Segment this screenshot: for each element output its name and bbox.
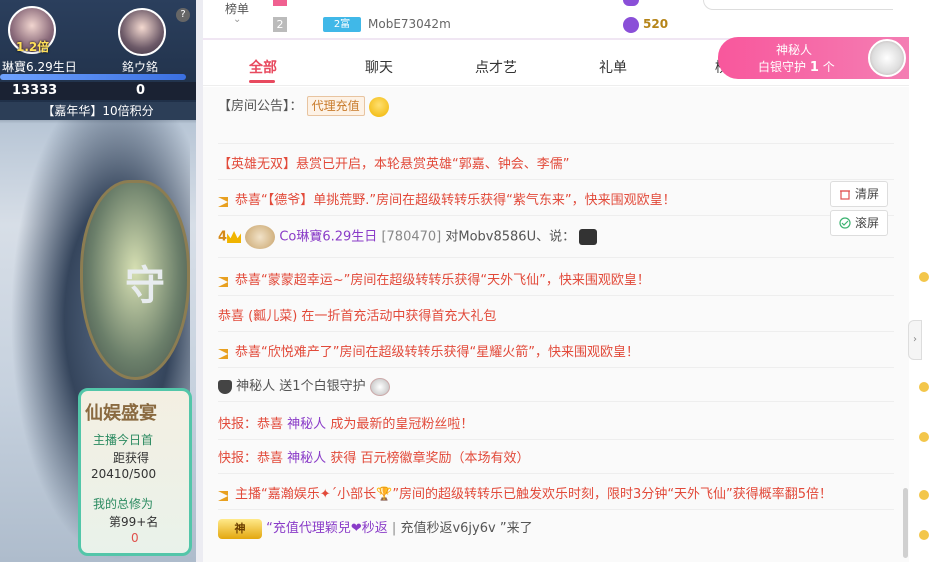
chevron-down-icon[interactable]: ⌄: [233, 14, 241, 25]
right-score: 0: [136, 83, 146, 98]
divider: [218, 257, 894, 258]
right-strip: [909, 0, 929, 562]
guard-user: 神秘人: [776, 43, 813, 57]
rank-value: 520: [643, 17, 669, 31]
shield-char: 守: [125, 263, 165, 309]
event-card-line4: 我的总修为: [93, 497, 154, 511]
mystery-user-icon: [218, 379, 232, 394]
left-host-name: 琳寶6.29生日: [2, 60, 77, 74]
right-host-avatar[interactable]: [118, 8, 166, 56]
chat-message: 恭喜“欣悦难产了”房间在超级转转乐获得“星耀火箭”，快来围观欧皇！: [218, 341, 639, 360]
divider: [218, 179, 894, 180]
tab-chat[interactable]: 聊天: [365, 57, 393, 77]
right-host-name: 銘ウ銘: [122, 60, 159, 74]
event-card-title: 仙娱盛宴: [85, 403, 157, 424]
divider: [218, 331, 894, 332]
stream-panel: 1.2倍 ? 琳寶6.29生日 銘ウ銘 13333 0 【嘉年华】10倍积分 守…: [0, 0, 196, 562]
pk-progress-bar: [0, 74, 186, 80]
pk-multiplier: 1.2倍: [16, 40, 50, 54]
shield-icon: 守: [80, 180, 190, 380]
chat-username[interactable]: Co琳寶6.29生日: [279, 230, 377, 245]
guard-banner[interactable]: 神秘人 白银守护 1 个: [718, 37, 914, 79]
coin-icon: [919, 530, 929, 540]
tab-active-indicator: [249, 80, 275, 83]
rank-prev-badge: [273, 0, 287, 6]
coin-icon: [919, 432, 929, 442]
coin-icon: [919, 272, 929, 282]
clear-screen-button[interactable]: 清屏: [830, 181, 888, 207]
news-message: 快报：恭喜 神秘人 成为最新的皇冠粉丝啦！: [218, 417, 474, 432]
gift-message: 神秘人 送1个白银守护: [218, 375, 390, 396]
divider: [218, 143, 894, 144]
chat-scrollbar[interactable]: [903, 488, 908, 558]
coin-icon: [623, 0, 639, 6]
divider: [218, 295, 894, 296]
rank-board: 榜单 ⌄ 2 2富 MobE73042m 520: [203, 0, 909, 40]
horn-icon: [218, 347, 232, 359]
divider: [218, 509, 894, 510]
horn-icon: [218, 275, 232, 287]
coin-icon: [623, 17, 639, 33]
chat-message: 恭喜“【德爷】单挑荒野.”房间在超级转转乐获得“紫气东来”，快来围观欧皇！: [218, 189, 676, 208]
rank-divider: [703, 0, 893, 10]
guard-count: 白银守护 1 个: [758, 60, 835, 75]
expand-arrow-icon[interactable]: ›: [908, 320, 922, 360]
scroll-screen-button[interactable]: 滚屏: [830, 210, 888, 236]
help-icon[interactable]: ?: [176, 8, 190, 22]
smile-icon: [368, 96, 389, 117]
room-notice: 【房间公告】： 代理充值: [218, 95, 389, 117]
check-circle-icon: [839, 217, 851, 229]
user-level: 4: [218, 229, 228, 245]
event-card-line2: 距获得: [113, 451, 150, 465]
left-score: 13333: [12, 83, 58, 98]
user-message: 4 Co琳寶6.29生日 [780470] 对Mobv8586U、说：: [218, 225, 598, 249]
tab-all[interactable]: 全部: [249, 57, 277, 77]
horn-icon: [218, 195, 232, 207]
hero-event-message: 【英雄无双】悬赏已开启，本轮悬赏英雄“郭嘉、钟会、李儒”: [218, 157, 570, 172]
rank-number: 2: [273, 17, 287, 32]
divider: [218, 439, 894, 440]
trash-icon: [839, 190, 850, 200]
divider: [218, 401, 894, 402]
coin-icon: [919, 490, 929, 500]
pk-scores: 13333 0: [0, 82, 196, 100]
guard-crest-icon: [369, 377, 390, 396]
chat-user-id: [780470]: [381, 229, 442, 245]
carnival-banner[interactable]: 【嘉年华】10倍积分: [0, 102, 196, 120]
event-card-progress: 20410/500: [91, 467, 157, 481]
chat-message: 恭喜 (瓤儿菜) 在一折首充活动中获得首充大礼包: [218, 309, 497, 324]
tab-talent[interactable]: 点才艺: [475, 57, 517, 77]
news-message: 快报：恭喜 神秘人 获得 百元榜徽章奖励（本场有效）: [218, 451, 530, 466]
event-card[interactable]: 仙娱盛宴 主播今日首 距获得 20410/500 我的总修为 第99+名 0: [78, 388, 192, 556]
chat-message: 主播“嘉瀚娱乐✦´小部长🏆”房间的超级转转乐已触发欢乐时刻，限时3分钟“天外飞仙…: [218, 483, 832, 502]
camera-icon: [579, 229, 598, 245]
divider: [218, 473, 894, 474]
enter-message: 神 “充值代理颖兒❤秒返 | 充值秒返v6jy6v ”来了: [218, 517, 533, 539]
guard-crest-icon: [868, 39, 906, 77]
event-card-value: 0: [131, 531, 139, 545]
divider: [218, 215, 894, 216]
tab-gifts[interactable]: 礼单: [599, 57, 627, 77]
event-card-line1: 主播今日首: [93, 433, 154, 447]
event-card-rank: 第99+名: [109, 515, 159, 529]
rank-user[interactable]: MobE73042m: [368, 17, 451, 31]
agent-recharge-button[interactable]: 代理充值: [306, 96, 365, 116]
chat-message: 恭喜“蒙蒙超幸运~”房间在超级转转乐获得“天外飞仙”，快来围观欧皇！: [218, 269, 650, 288]
chat-messages: 【房间公告】： 代理充值 【英雄无双】悬赏已开启，本轮悬赏英雄“郭嘉、钟会、李儒…: [203, 87, 909, 562]
divider: [218, 367, 894, 368]
wings-badge-icon: [245, 225, 276, 249]
god-badge-icon: 神: [218, 518, 262, 539]
coin-icon: [919, 382, 929, 392]
crown-icon: [227, 231, 242, 243]
wealth-badge: 2富: [323, 17, 361, 32]
horn-icon: [218, 489, 232, 501]
